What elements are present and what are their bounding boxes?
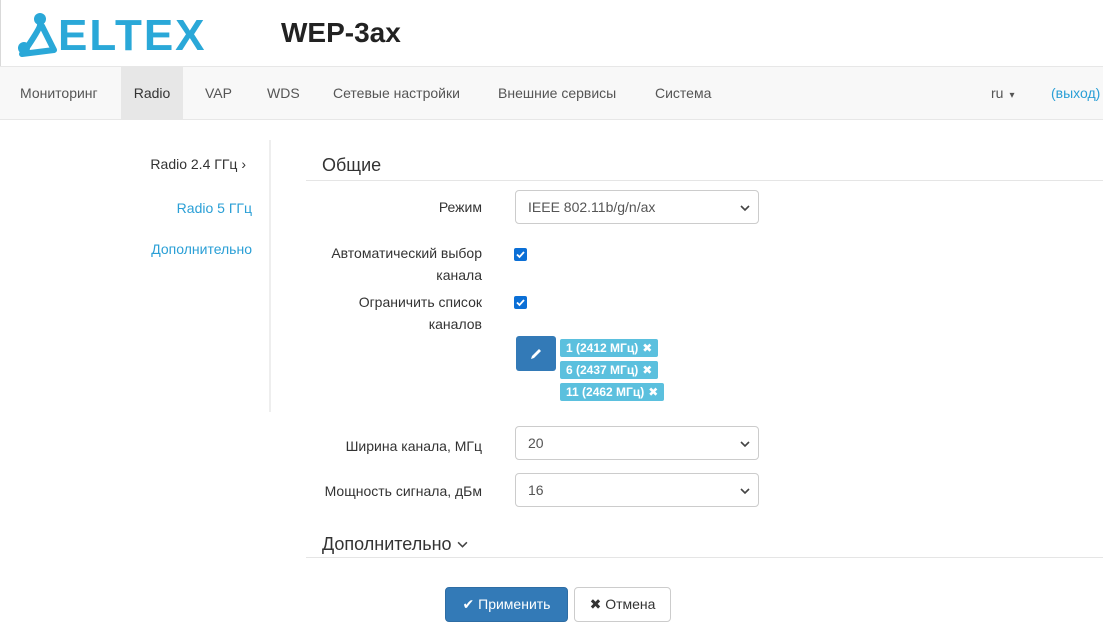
apply-button[interactable]: ✔ Применить — [445, 587, 568, 622]
signal-power-label: Мощность сигнала, дБм — [324, 483, 482, 499]
limit-channels-label: Ограничить список каналов — [359, 291, 482, 335]
auto-channel-label-line1: Автоматический выбор — [331, 245, 482, 261]
channel-tag: 11 (2462 МГц) ✖ — [560, 383, 665, 401]
channel-tag-label: 11 (2462 МГц) — [566, 385, 645, 399]
section-title-additional[interactable]: Дополнительно — [322, 534, 468, 555]
chevron-down-icon — [740, 191, 750, 223]
channel-tag-label: 1 (2412 МГц) — [566, 341, 639, 355]
check-icon: ✔ — [462, 596, 475, 612]
apply-label: Применить — [478, 596, 551, 612]
sidebar-item-additional[interactable]: Дополнительно — [151, 241, 252, 257]
section-title-general: Общие — [322, 155, 382, 175]
check-icon — [516, 299, 525, 307]
section-divider — [306, 180, 1103, 181]
nav-radio[interactable]: Radio — [121, 67, 183, 119]
channel-width-select[interactable]: 20 — [515, 426, 759, 460]
caret-down-icon: ▾ — [1009, 90, 1015, 101]
edit-channels-button[interactable] — [516, 336, 556, 371]
nav-system[interactable]: Система — [655, 67, 711, 119]
channel-tag: 6 (2437 МГц) ✖ — [560, 361, 659, 379]
signal-power-select[interactable]: 16 — [515, 473, 759, 507]
sidebar: Radio 2.4 ГГц › Radio 5 ГГц Дополнительн… — [120, 140, 271, 412]
top-navbar: Мониторинг Radio VAP WDS Сетевые настрой… — [0, 66, 1103, 120]
channel-tag: 1 (2412 МГц) ✖ — [560, 339, 659, 357]
remove-icon[interactable]: ✖ — [648, 385, 658, 399]
check-icon — [516, 251, 525, 259]
eltex-logo: ELTEX — [18, 11, 207, 58]
remove-icon[interactable]: ✖ — [642, 341, 652, 355]
auto-channel-label-line2: канала — [436, 267, 482, 283]
chevron-down-icon — [740, 474, 750, 506]
nav-external-services[interactable]: Внешние сервисы — [498, 67, 616, 119]
limit-channels-checkbox[interactable] — [514, 296, 527, 309]
mode-value: IEEE 802.11b/g/n/ax — [528, 199, 656, 215]
logout-link[interactable]: (выход) — [1051, 67, 1100, 119]
section-additional-label: Дополнительно — [322, 534, 452, 554]
section-divider — [306, 557, 1103, 558]
nav-monitoring[interactable]: Мониторинг — [20, 67, 98, 119]
logo-text: ELTEX — [58, 11, 207, 58]
remove-icon[interactable]: ✖ — [642, 363, 652, 377]
limit-channels-label-line2: каналов — [428, 316, 482, 332]
language-label: ru — [991, 85, 1004, 101]
sidebar-item-radio-5[interactable]: Radio 5 ГГц — [177, 200, 252, 216]
cancel-button[interactable]: ✖ Отмена — [574, 587, 671, 622]
pencil-icon — [531, 349, 541, 359]
auto-channel-label: Автоматический выбор канала — [331, 242, 482, 286]
language-dropdown[interactable]: ru ▾ — [991, 67, 1014, 119]
channel-tag-label: 6 (2437 МГц) — [566, 363, 639, 377]
auto-channel-checkbox[interactable] — [514, 248, 527, 261]
nav-vap[interactable]: VAP — [205, 67, 232, 119]
sidebar-item-radio-24[interactable]: Radio 2.4 ГГц › — [150, 156, 246, 172]
nav-network-settings[interactable]: Сетевые настройки — [333, 67, 460, 119]
product-name: WEP-3ax — [281, 17, 401, 48]
channel-width-label: Ширина канала, МГц — [345, 438, 482, 454]
channel-width-value: 20 — [528, 435, 544, 451]
close-icon: ✖ — [589, 596, 602, 612]
chevron-down-icon — [457, 534, 468, 554]
mode-label: Режим — [438, 199, 482, 215]
cancel-label: Отмена — [605, 596, 656, 612]
mode-select[interactable]: IEEE 802.11b/g/n/ax — [515, 190, 759, 224]
signal-power-value: 16 — [528, 482, 544, 498]
nav-wds[interactable]: WDS — [267, 67, 300, 119]
sidebar-item-label: Radio 2.4 ГГц — [150, 156, 238, 172]
chevron-down-icon — [740, 427, 750, 459]
app-header: ELTEX WEP-3ax — [0, 0, 1103, 66]
chevron-right-icon: › — [241, 156, 246, 172]
limit-channels-label-line1: Ограничить список — [358, 294, 482, 310]
